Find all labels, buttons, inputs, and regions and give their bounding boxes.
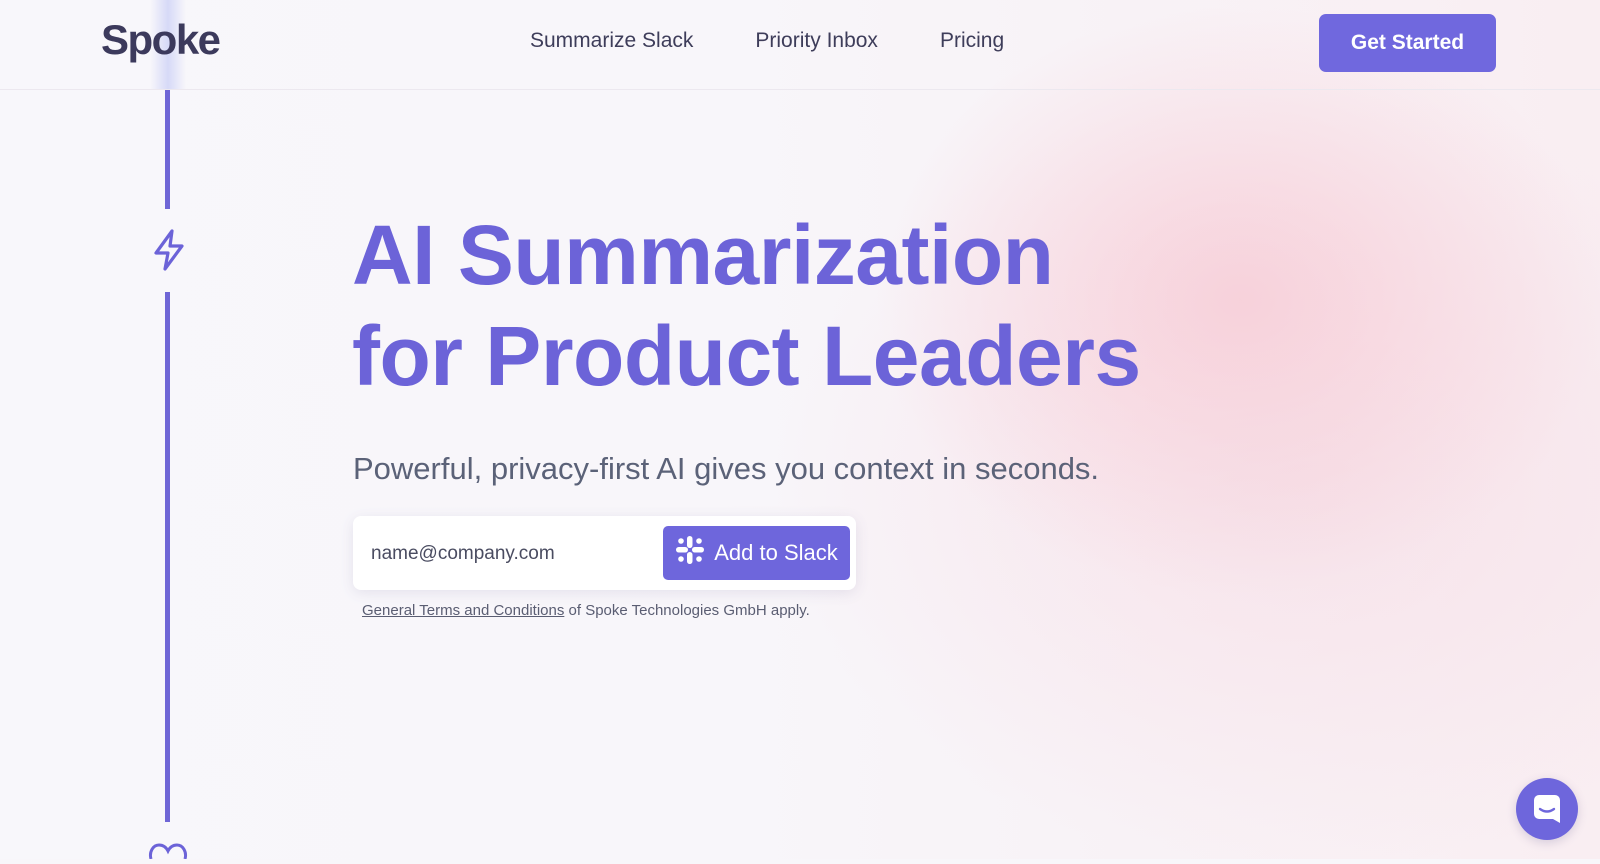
add-to-slack-label: Add to Slack: [714, 540, 838, 565]
nav-priority-inbox[interactable]: Priority Inbox: [755, 29, 878, 53]
hero-subtitle: Powerful, privacy-first AI gives you con…: [353, 451, 1100, 486]
get-started-button[interactable]: Get Started: [1319, 14, 1496, 72]
heart-icon: [148, 843, 188, 864]
nav-pricing[interactable]: Pricing: [940, 29, 1004, 53]
terms-notice: General Terms and Conditions of Spoke Te…: [362, 602, 810, 619]
hero-title: AI Summarization for Product Leaders: [352, 205, 1141, 407]
terms-text: of Spoke Technologies GmbH apply.: [568, 602, 810, 619]
add-to-slack-button[interactable]: Add to Slack: [663, 526, 850, 580]
background-gradient: [0, 0, 1600, 859]
chat-launcher-button[interactable]: [1516, 778, 1578, 840]
logo[interactable]: Spoke: [101, 16, 221, 64]
nav-summarize-slack[interactable]: Summarize Slack: [530, 29, 693, 53]
chat-icon: [1531, 792, 1563, 827]
signup-form: Add to Slack: [353, 516, 856, 590]
hero-title-line-1: AI Summarization: [352, 208, 1054, 302]
email-input[interactable]: [369, 536, 663, 572]
main-nav: Summarize Slack Priority Inbox Pricing: [530, 29, 1004, 53]
site-header: Spoke Summarize Slack Priority Inbox Pri…: [0, 0, 1600, 90]
lightning-icon: [149, 228, 189, 277]
hero-title-line-2: for Product Leaders: [352, 309, 1141, 403]
terms-link[interactable]: General Terms and Conditions: [362, 602, 564, 619]
slack-icon: [675, 535, 705, 571]
timeline-rail-top: [165, 89, 170, 209]
timeline-rail-bottom: [165, 292, 170, 822]
